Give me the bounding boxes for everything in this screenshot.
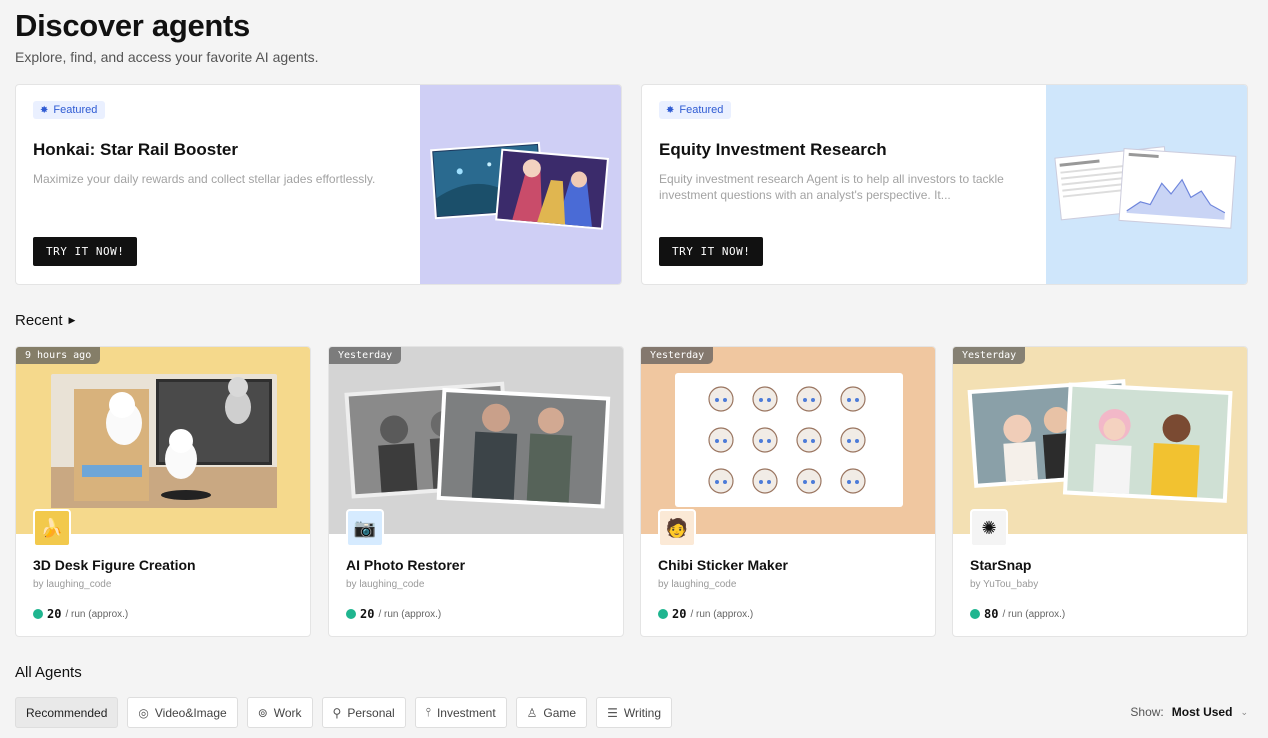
time-tag: Yesterday — [329, 347, 402, 364]
sort-label: Show: — [1130, 705, 1164, 719]
filter-writing[interactable]: ☰ Writing — [596, 697, 672, 728]
recent-card-3d-desk[interactable]: 9 hours ago 🍌 3D Desk Figure Creation by… — [15, 346, 311, 637]
agent-author: by laughing_code — [658, 579, 737, 590]
agent-title: Chibi Sticker Maker — [658, 557, 788, 573]
time-tag: 9 hours ago — [16, 347, 101, 364]
filter-recommended[interactable]: Recommended — [15, 697, 119, 728]
category-filters: Recommended ◎ Video&Image ⊚ Work ⚲ Perso… — [15, 697, 672, 728]
time-tag: Yesterday — [953, 347, 1026, 364]
card-thumbnail — [953, 347, 1247, 534]
featured-title: Honkai: Star Rail Booster — [33, 140, 238, 159]
filter-label: Writing — [623, 705, 661, 720]
coin-icon — [970, 609, 980, 619]
cost-value: 20 — [672, 607, 687, 621]
coin-icon — [658, 609, 668, 619]
recent-card-starsnap[interactable]: Yesterday ✺ StarSnap by YuTou_baby 80 / … — [952, 346, 1248, 637]
featured-description: Maximize your daily rewards and collect … — [33, 172, 376, 186]
banana-icon: 🍌 — [33, 509, 71, 547]
filter-video-image[interactable]: ◎ Video&Image — [127, 697, 238, 728]
filter-work[interactable]: ⊚ Work — [246, 697, 313, 728]
agent-cost: 20 / run (approx.) — [33, 607, 128, 621]
cost-suffix: / run (approx.) — [1002, 608, 1066, 620]
filter-label: Investment — [436, 705, 496, 720]
featured-badge: ✸ Featured — [659, 101, 732, 119]
chibi-avatar-icon: 🧑 — [658, 509, 696, 547]
coin-icon — [33, 609, 43, 619]
sort-dropdown[interactable]: Show: Most Used ⌄ — [1130, 705, 1248, 719]
featured-badge-label: Featured — [679, 104, 724, 116]
featured-badge-label: Featured — [53, 104, 98, 116]
joystick-icon: ♙ — [526, 705, 538, 720]
agent-author: by laughing_code — [346, 579, 425, 590]
sort-value: Most Used — [1171, 705, 1233, 719]
briefcase-icon: ⊚ — [257, 705, 268, 720]
cost-value: 80 — [984, 607, 999, 621]
agent-cost: 20 / run (approx.) — [658, 607, 753, 621]
agent-title: 3D Desk Figure Creation — [33, 557, 196, 573]
coin-icon — [346, 609, 356, 619]
caret-right-icon: ▶ — [68, 315, 76, 325]
all-agents-header: All Agents — [15, 664, 82, 681]
card-thumbnail — [641, 347, 935, 534]
person-icon: ⚲ — [332, 705, 342, 720]
gear-icon: ✸ — [666, 104, 675, 116]
try-it-now-button[interactable]: TRY IT NOW! — [33, 237, 138, 266]
agent-title: StarSnap — [970, 557, 1032, 573]
recent-card-photo-restorer[interactable]: Yesterday 📷 AI Photo Restorer by laughin… — [328, 346, 624, 637]
featured-badge: ✸ Featured — [33, 101, 106, 119]
recent-label: Recent — [15, 312, 63, 329]
filter-label: Video&Image — [154, 705, 227, 720]
featured-description: Equity investment research Agent is to h… — [659, 172, 1004, 202]
filter-label: Recommended — [26, 705, 108, 720]
chart-icon: ⫯ — [425, 705, 431, 719]
agent-cost: 80 / run (approx.) — [970, 607, 1065, 621]
filter-label: Game — [543, 705, 577, 720]
featured-card-honkai[interactable]: ✸ Featured Honkai: Star Rail Booster Max… — [15, 84, 622, 285]
agent-cost: 20 / run (approx.) — [346, 607, 441, 621]
time-tag: Yesterday — [641, 347, 714, 364]
agent-title: AI Photo Restorer — [346, 557, 466, 573]
featured-card-equity[interactable]: ✸ Featured Equity Investment Research Eq… — [641, 84, 1248, 285]
try-it-now-button[interactable]: TRY IT NOW! — [659, 237, 764, 266]
filter-game[interactable]: ♙ Game — [515, 697, 588, 728]
pen-icon: ☰ — [607, 705, 618, 720]
page-subtitle: Explore, find, and access your favorite … — [15, 49, 319, 65]
recent-card-chibi[interactable]: Yesterday 🧑 Chibi Sticker Maker by laugh… — [640, 346, 936, 637]
cost-value: 20 — [47, 607, 62, 621]
filter-investment[interactable]: ⫯ Investment — [414, 697, 507, 728]
camera-icon: 📷 — [346, 509, 384, 547]
card-thumbnail — [16, 347, 310, 534]
chevron-down-icon: ⌄ — [1240, 706, 1248, 717]
all-agents-label: All Agents — [15, 664, 82, 681]
featured-artwork — [1046, 85, 1247, 284]
filter-label: Personal — [347, 705, 395, 720]
agent-author: by YuTou_baby — [970, 579, 1039, 590]
filter-personal[interactable]: ⚲ Personal — [321, 697, 406, 728]
filter-label: Work — [273, 705, 302, 720]
gear-icon: ✸ — [40, 104, 49, 116]
featured-title: Equity Investment Research — [659, 140, 887, 159]
cost-suffix: / run (approx.) — [65, 608, 129, 620]
agent-author: by laughing_code — [33, 579, 112, 590]
featured-artwork — [420, 85, 621, 284]
card-thumbnail — [329, 347, 623, 534]
cost-suffix: / run (approx.) — [378, 608, 442, 620]
recent-section-header[interactable]: Recent ▶ — [15, 312, 75, 329]
cost-value: 20 — [360, 607, 375, 621]
target-icon: ◎ — [138, 705, 149, 720]
page-title: Discover agents — [15, 8, 250, 43]
star-badge-icon: ✺ — [970, 509, 1008, 547]
cost-suffix: / run (approx.) — [690, 608, 754, 620]
